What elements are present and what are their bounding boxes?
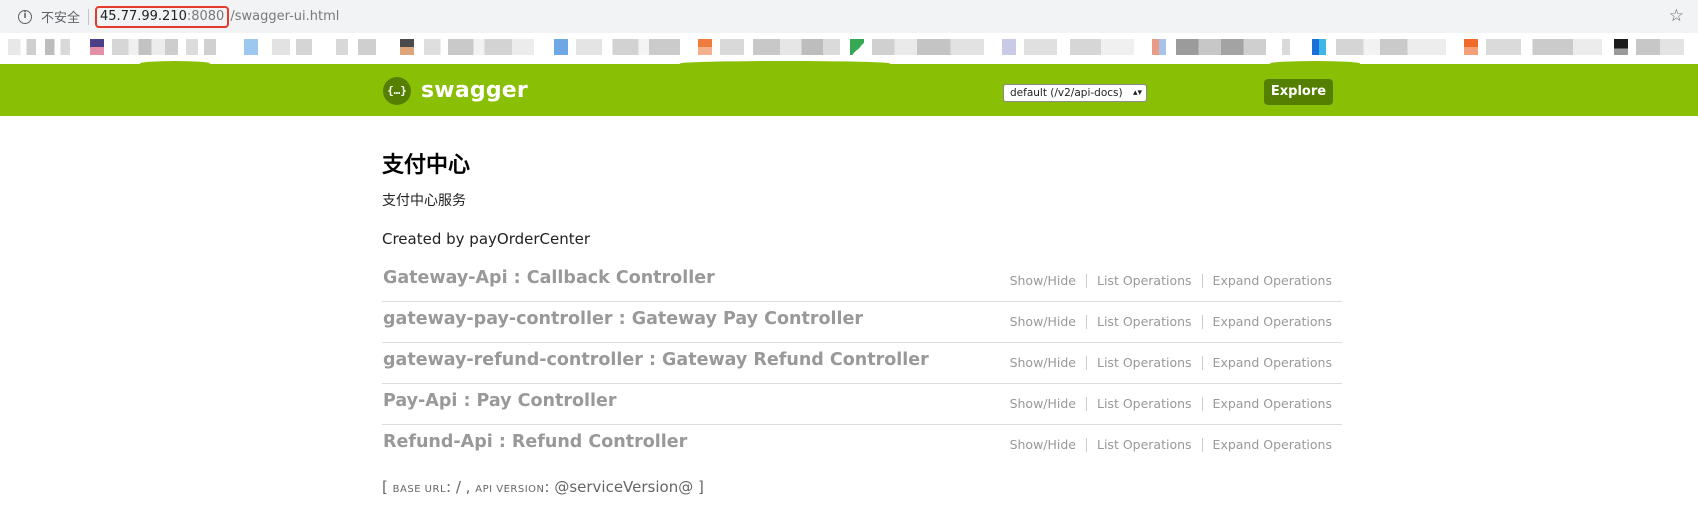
list-operations-link[interactable]: List Operations [1097,355,1192,370]
swagger-logo-icon: {…} [383,77,411,105]
bookmark-item[interactable] [400,39,414,55]
divider [1201,314,1203,329]
bookmark-item[interactable] [1464,39,1478,55]
bookmark-item[interactable] [554,39,568,55]
resource-list: Gateway-Api : Callback Controller Show/H… [382,261,1342,466]
expand-operations-link[interactable]: Expand Operations [1213,396,1332,411]
url-host: 45.77.99.210 [100,9,187,24]
resource-title[interactable]: gateway-refund-controller : Gateway Refu… [383,349,929,371]
bookmark-item[interactable] [872,39,984,55]
api-definition-select[interactable]: default (/v2/api-docs) ▴▾ [1003,84,1147,102]
api-title: 支付中心 [382,153,471,178]
resource-actions: Show/Hide List Operations Expand Operati… [1010,396,1332,411]
main-content: 支付中心 支付中心服务 Created by payOrderCenter Ga… [382,152,1342,496]
api-footer: [ base url: / , api version: @serviceVer… [382,478,1342,496]
divider [1201,355,1203,370]
base-url-label: base url [392,484,447,495]
bookmark-item[interactable] [1636,39,1684,55]
swagger-header: {…} swagger default (/v2/api-docs) ▴▾ Ex… [0,64,1698,116]
divider [1086,355,1087,370]
expand-operations-link[interactable]: Expand Operations [1213,437,1332,452]
divider [1201,273,1203,288]
bookmarks-bar [0,33,1698,64]
divider [1086,314,1087,329]
show-hide-link[interactable]: Show/Hide [1010,437,1076,452]
footer-close-bracket: ] [698,478,704,496]
bookmark-item[interactable] [90,39,104,55]
resource-title[interactable]: Gateway-Api : Callback Controller [383,267,715,289]
bookmark-item[interactable] [424,39,534,55]
resource-actions: Show/Hide List Operations Expand Operati… [1010,273,1332,288]
url-host-highlight[interactable]: 45.77.99.210:8080 [95,5,230,28]
list-operations-link[interactable]: List Operations [1097,437,1192,452]
resource-title[interactable]: gateway-pay-controller : Gateway Pay Con… [383,308,863,330]
divider [1086,396,1087,411]
bookmark-item[interactable] [8,39,70,55]
resource-actions: Show/Hide List Operations Expand Operati… [1010,437,1332,452]
expand-operations-link[interactable]: Expand Operations [1213,355,1332,370]
resource-row: gateway-pay-controller : Gateway Pay Con… [382,302,1342,343]
bookmark-item[interactable] [1312,39,1326,55]
api-version-value: : @serviceVersion@ [544,478,694,496]
bookmark-item[interactable] [244,39,258,55]
expand-operations-link[interactable]: Expand Operations [1213,314,1332,329]
api-version-label: api version [475,484,545,495]
insecure-label: 不安全 [41,11,81,26]
footer-open-bracket: [ [382,478,388,496]
resource-row: Gateway-Api : Callback Controller Show/H… [382,261,1342,302]
show-hide-link[interactable]: Show/Hide [1010,355,1076,370]
resource-actions: Show/Hide List Operations Expand Operati… [1010,314,1332,329]
api-select-value: default (/v2/api-docs) [1010,87,1123,99]
bookmark-item[interactable] [1002,39,1016,55]
divider [1086,273,1087,288]
bookmark-item[interactable] [1152,39,1166,55]
base-url-value: : / , [446,478,471,496]
bookmark-item[interactable] [1024,39,1134,55]
url-port: :8080 [186,9,225,24]
info-icon[interactable]: i [18,9,32,24]
divider [1086,437,1087,452]
resource-title[interactable]: Pay-Api : Pay Controller [383,390,617,412]
select-arrows-icon: ▴▾ [1132,88,1142,98]
expand-operations-link[interactable]: Expand Operations [1213,273,1332,288]
resource-row: Pay-Api : Pay Controller Show/Hide List … [382,384,1342,425]
bookmark-item[interactable] [1176,39,1266,55]
created-by: Created by payOrderCenter [382,230,591,248]
bookmark-item[interactable] [1486,39,1602,55]
show-hide-link[interactable]: Show/Hide [1010,273,1076,288]
list-operations-link[interactable]: List Operations [1097,314,1192,329]
explore-button[interactable]: Explore [1264,79,1333,105]
show-hide-link[interactable]: Show/Hide [1010,314,1076,329]
bookmark-item[interactable] [1282,39,1290,55]
url-path: /swagger-ui.html [230,9,340,24]
api-description: 支付中心服务 [382,193,466,209]
list-operations-link[interactable]: List Operations [1097,273,1192,288]
resource-row: Refund-Api : Refund Controller Show/Hide… [382,425,1342,466]
bookmark-item[interactable] [576,39,680,55]
bookmark-item[interactable] [698,39,712,55]
divider [1201,396,1203,411]
separator [88,8,90,25]
bookmark-item[interactable] [186,39,216,55]
divider [1201,437,1203,452]
bookmark-item[interactable] [1614,39,1628,55]
bookmark-item[interactable] [336,39,376,55]
address-bar[interactable]: i 不安全 45.77.99.210:8080 /swagger-ui.html… [0,0,1698,33]
show-hide-link[interactable]: Show/Hide [1010,396,1076,411]
swagger-logo[interactable]: {…} swagger [383,77,528,105]
resource-actions: Show/Hide List Operations Expand Operati… [1010,355,1332,370]
bookmark-star-icon[interactable]: ☆ [1669,6,1684,26]
bookmark-item[interactable] [850,39,864,55]
bookmark-item[interactable] [754,39,840,55]
swagger-logo-text: swagger [421,78,528,103]
bookmark-item[interactable] [272,39,312,55]
resource-title[interactable]: Refund-Api : Refund Controller [383,431,687,453]
bookmark-item[interactable] [112,39,178,55]
bookmark-item[interactable] [1336,39,1446,55]
resource-row: gateway-refund-controller : Gateway Refu… [382,343,1342,384]
list-operations-link[interactable]: List Operations [1097,396,1192,411]
